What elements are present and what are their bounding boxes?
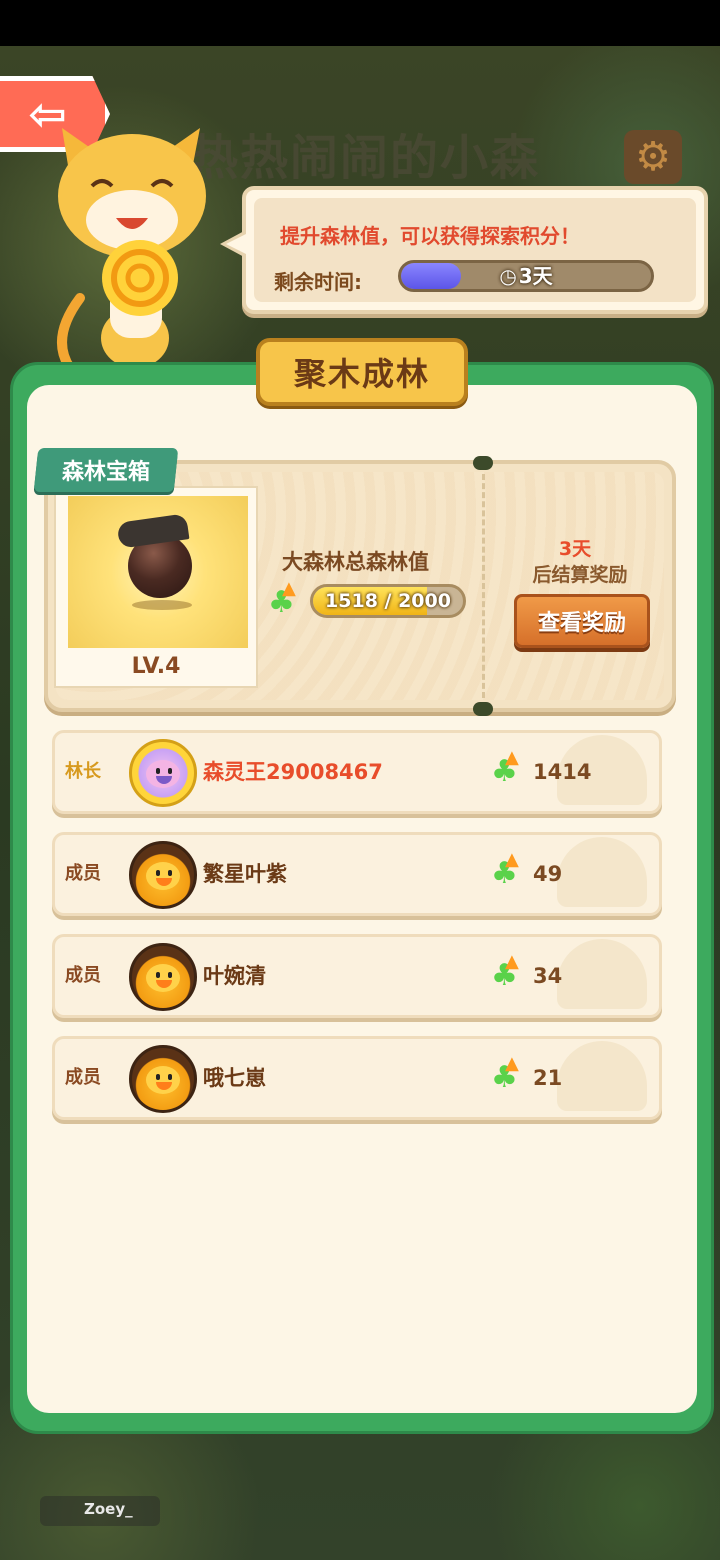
timer-bar: ◷ 3天 xyxy=(398,260,654,292)
timer-label: 剩余时间: xyxy=(274,270,362,294)
member-role: 成员 xyxy=(65,965,101,986)
gear-icon: ⚙ xyxy=(635,134,671,180)
clover-icon: ♣ ▲ xyxy=(491,1053,519,1095)
member-row[interactable]: 成员 叶婉清 ♣ ▲ 34 xyxy=(52,934,662,1018)
avatar xyxy=(129,841,197,909)
chest-tag-label: 森林宝箱 xyxy=(61,460,150,485)
avatar xyxy=(129,739,197,807)
view-reward-label: 查看奖励 xyxy=(537,611,626,636)
clover-icon: ♣ ▲ xyxy=(491,951,519,993)
total-forest-value: 1518 / 2000 xyxy=(325,590,451,612)
settle-label: 后结算奖励 xyxy=(532,564,628,586)
member-name: 哦七崽 xyxy=(203,1066,266,1090)
member-row[interactable]: 成员 哦七崽 ♣ ▲ 21 xyxy=(52,1036,662,1120)
member-name: 叶婉清 xyxy=(203,964,266,988)
member-score: 1414 xyxy=(533,760,592,784)
member-score: 34 xyxy=(533,964,563,988)
chest-level: LV.4 xyxy=(131,654,181,679)
chest-image xyxy=(68,496,248,648)
member-row[interactable]: 林长 森灵王29008467 ♣ ▲ 1414 xyxy=(52,730,662,814)
avatar xyxy=(129,943,197,1011)
total-forest-bar: 1518 / 2000 xyxy=(310,584,466,618)
divider xyxy=(482,474,485,698)
settings-button[interactable]: ⚙ xyxy=(624,130,682,184)
member-role: 林长 xyxy=(65,761,101,782)
member-role: 成员 xyxy=(65,1067,101,1088)
member-role: 成员 xyxy=(65,863,101,884)
avatar xyxy=(129,1045,197,1113)
member-score: 49 xyxy=(533,862,563,886)
member-name: 森灵王29008467 xyxy=(203,760,383,784)
chest-image-frame[interactable]: LV.4 xyxy=(54,486,258,688)
settle-days: 3天 xyxy=(558,538,592,560)
clover-icon: ♣ ▲ xyxy=(268,578,296,620)
bottom-username-tag: Zoey_ xyxy=(40,1496,160,1526)
tip-text: 提升森林值，可以获得探索积分！ xyxy=(280,224,580,248)
member-score: 21 xyxy=(533,1066,563,1090)
view-reward-button[interactable]: 查看奖励 xyxy=(514,594,650,648)
total-forest-label: 大森林总森林值 xyxy=(282,550,429,574)
bottom-username: Zoey_ xyxy=(84,1500,133,1518)
panel-title: 聚木成林 xyxy=(256,338,468,406)
member-name: 繁星叶紫 xyxy=(203,862,287,886)
status-bar xyxy=(0,0,720,46)
timer-value: 3天 xyxy=(518,264,553,288)
clover-icon: ♣ ▲ xyxy=(491,747,519,789)
cat-mascot xyxy=(57,128,206,368)
member-row[interactable]: 成员 繁星叶紫 ♣ ▲ 49 xyxy=(52,832,662,916)
clock-icon: ◷ xyxy=(499,264,517,288)
panel-title-text: 聚木成林 xyxy=(293,355,430,393)
tip-bubble: 提升森林值，可以获得探索积分！ 剩余时间: ◷ 3天 xyxy=(220,186,708,314)
clover-icon: ♣ ▲ xyxy=(491,849,519,891)
chest-tag: 森林宝箱 xyxy=(33,448,179,492)
